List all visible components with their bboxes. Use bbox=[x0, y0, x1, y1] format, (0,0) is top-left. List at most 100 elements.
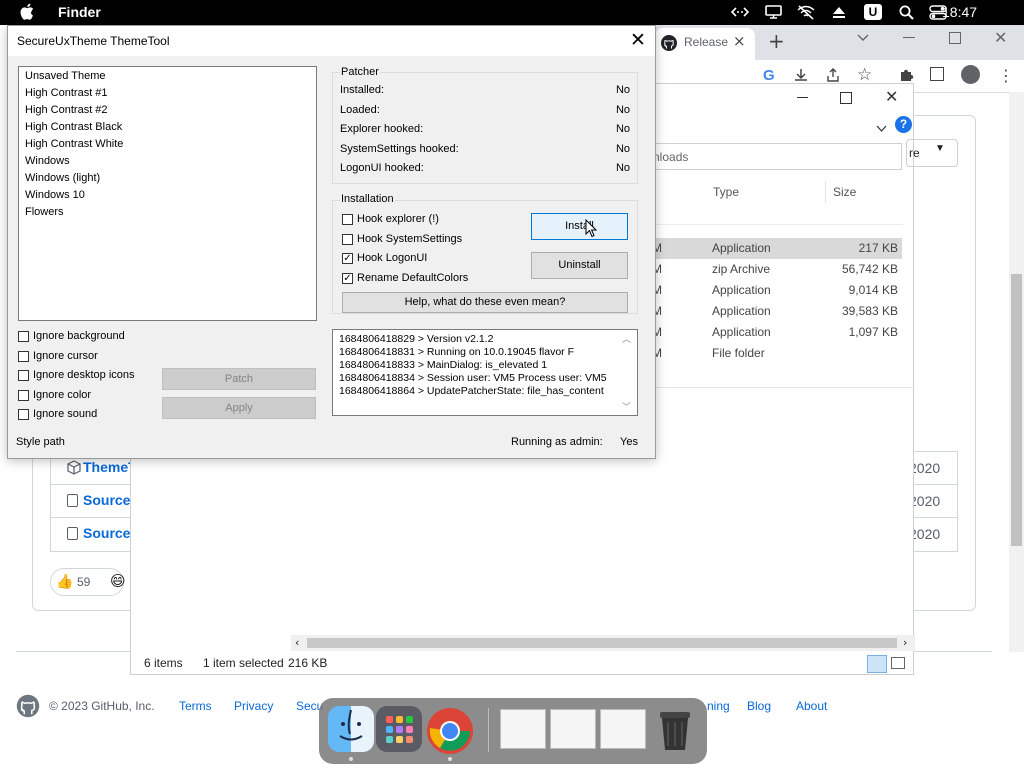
clock[interactable]: 18:47 bbox=[942, 4, 977, 20]
theme-list-item[interactable]: Windows 10 bbox=[25, 187, 85, 204]
code-icon[interactable] bbox=[731, 4, 749, 20]
title-bar[interactable]: SecureUxTheme ThemeTool ✕ bbox=[8, 26, 655, 56]
scroll-down-icon[interactable]: ﹀ bbox=[622, 400, 631, 413]
github-logo-icon[interactable] bbox=[16, 694, 40, 722]
footer-link-about[interactable]: About bbox=[796, 699, 827, 713]
checkbox-box[interactable] bbox=[342, 234, 353, 245]
checkbox-box[interactable] bbox=[18, 351, 29, 362]
help-button[interactable]: Help, what do these even mean? bbox=[342, 292, 628, 313]
theme-list-item[interactable]: Windows (light) bbox=[25, 170, 100, 187]
column-header-type[interactable]: Type bbox=[713, 185, 739, 199]
file-type: Application bbox=[712, 325, 771, 339]
theme-list[interactable]: Unsaved Theme High Contrast #1 High Cont… bbox=[18, 66, 317, 321]
large-icons-view-icon[interactable] bbox=[891, 657, 905, 669]
footer-link-privacy[interactable]: Privacy bbox=[234, 699, 273, 713]
file-row-selected[interactable]: M Application 217 KB bbox=[650, 238, 902, 259]
theme-list-item[interactable]: High Contrast #2 bbox=[25, 102, 108, 119]
maximize-icon[interactable] bbox=[840, 92, 852, 104]
scroll-right-icon[interactable]: › bbox=[903, 636, 907, 649]
minimized-window-thumbnail[interactable] bbox=[550, 709, 596, 749]
checkmark-icon[interactable]: ✓ bbox=[342, 273, 353, 284]
minimize-icon[interactable] bbox=[903, 37, 915, 38]
browser-tab[interactable]: Release × bbox=[655, 28, 755, 60]
file-row[interactable]: M Application 39,583 KB bbox=[650, 301, 902, 322]
page-scrollbar[interactable] bbox=[1009, 92, 1024, 652]
minimized-window-thumbnail[interactable] bbox=[600, 709, 646, 749]
minimized-window-thumbnail[interactable] bbox=[500, 709, 546, 749]
close-icon[interactable]: ✕ bbox=[885, 87, 898, 106]
restore-icon[interactable] bbox=[949, 32, 961, 44]
status-selected-size: 216 KB bbox=[288, 656, 328, 670]
asset-link[interactable]: ThemeT bbox=[83, 459, 137, 475]
footer-link-terms[interactable]: Terms bbox=[179, 699, 212, 713]
installation-heading: Installation bbox=[340, 193, 395, 205]
log-output[interactable]: 1684806418829 > Version v2.1.2 168480641… bbox=[332, 329, 638, 416]
sort-dropdown[interactable]: re ▼ bbox=[906, 139, 958, 167]
u-badge-icon[interactable]: U bbox=[864, 4, 882, 20]
close-window-icon[interactable]: ✕ bbox=[994, 28, 1007, 47]
checkbox-label: Ignore color bbox=[33, 389, 92, 401]
explorer-search-box[interactable]: nloads bbox=[652, 143, 902, 170]
bookmark-star-icon[interactable]: ☆ bbox=[857, 65, 872, 85]
scrollbar-thumb[interactable] bbox=[307, 638, 897, 648]
checkbox-box[interactable] bbox=[342, 214, 353, 225]
checkbox-box[interactable] bbox=[18, 409, 29, 420]
checkbox-label: Ignore desktop icons bbox=[33, 369, 135, 381]
log-line: 1684806418829 > Version v2.1.2 bbox=[339, 333, 494, 345]
more-menu-icon[interactable]: ⋮ bbox=[998, 66, 1014, 85]
side-panel-icon[interactable] bbox=[930, 67, 944, 81]
close-tab-icon[interactable]: × bbox=[733, 32, 746, 50]
close-icon[interactable]: ✕ bbox=[630, 29, 646, 52]
smile-reaction-icon[interactable]: 😄 bbox=[110, 572, 126, 590]
window-title: SecureUxTheme ThemeTool bbox=[17, 34, 170, 48]
scroll-left-icon[interactable]: ‹ bbox=[295, 636, 299, 649]
theme-list-item[interactable]: High Contrast White bbox=[25, 136, 123, 153]
asset-link[interactable]: Source bbox=[83, 525, 130, 541]
new-tab-button[interactable]: + bbox=[768, 29, 785, 53]
theme-list-item[interactable]: Windows bbox=[25, 153, 70, 170]
footer-link-training[interactable]: ning bbox=[707, 699, 730, 713]
apply-button[interactable]: Apply bbox=[162, 397, 316, 419]
scroll-up-icon[interactable]: ︿ bbox=[622, 332, 631, 345]
theme-list-item[interactable]: High Contrast Black bbox=[25, 119, 122, 136]
help-icon[interactable]: ? bbox=[895, 116, 912, 133]
file-row[interactable]: M Application 9,014 KB bbox=[650, 280, 902, 301]
checkbox-box[interactable] bbox=[18, 331, 29, 342]
uninstall-button[interactable]: Uninstall bbox=[531, 252, 628, 279]
active-app-name[interactable]: Finder bbox=[58, 4, 101, 20]
chevron-down-icon[interactable] bbox=[876, 118, 887, 137]
display-icon[interactable] bbox=[764, 4, 782, 20]
theme-list-item[interactable]: High Contrast #1 bbox=[25, 85, 108, 102]
file-row[interactable]: M Application 1,097 KB bbox=[650, 322, 902, 343]
file-row[interactable]: M zip Archive 56,742 KB bbox=[650, 259, 902, 280]
checkbox-box[interactable] bbox=[18, 370, 29, 381]
chrome-icon[interactable] bbox=[425, 706, 473, 754]
launchpad-icon[interactable] bbox=[376, 706, 422, 752]
column-header-size[interactable]: Size bbox=[833, 185, 856, 199]
search-icon[interactable] bbox=[897, 4, 915, 20]
apple-icon[interactable] bbox=[20, 3, 34, 24]
checkmark-icon[interactable]: ✓ bbox=[342, 253, 353, 264]
eject-icon[interactable] bbox=[830, 4, 848, 20]
finder-icon[interactable] bbox=[328, 706, 374, 752]
patcher-logonui-row: LogonUI hooked: No bbox=[340, 160, 630, 178]
theme-list-item[interactable]: Flowers bbox=[25, 204, 64, 221]
horizontal-scrollbar[interactable]: ‹ › bbox=[291, 635, 915, 651]
patcher-heading: Patcher bbox=[340, 66, 380, 78]
theme-list-item[interactable]: Unsaved Theme bbox=[25, 68, 106, 85]
google-icon[interactable]: G bbox=[763, 67, 775, 84]
trash-icon[interactable] bbox=[652, 706, 698, 752]
running-as-admin-value: Yes bbox=[620, 436, 638, 448]
details-view-icon[interactable] bbox=[867, 655, 887, 673]
file-row[interactable]: M File folder bbox=[650, 343, 902, 364]
patch-button[interactable]: Patch bbox=[162, 368, 316, 390]
install-button[interactable]: Install bbox=[531, 213, 628, 240]
checkbox-box[interactable] bbox=[18, 390, 29, 401]
minimize-icon[interactable] bbox=[797, 97, 808, 98]
chevron-down-icon[interactable] bbox=[857, 32, 869, 45]
profile-avatar[interactable] bbox=[961, 65, 980, 84]
page-scrollbar-thumb[interactable] bbox=[1011, 274, 1022, 546]
no-wifi-icon[interactable] bbox=[797, 4, 815, 20]
footer-link-blog[interactable]: Blog bbox=[747, 699, 771, 713]
asset-link[interactable]: Source bbox=[83, 492, 130, 508]
